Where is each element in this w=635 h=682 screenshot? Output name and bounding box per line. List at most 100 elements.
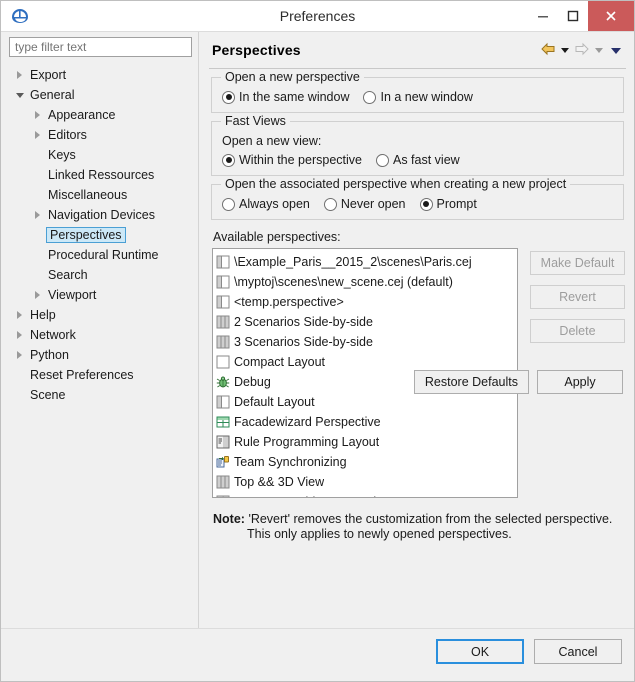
fast-views-radio-group[interactable]: Within the perspective As fast view: [222, 153, 613, 167]
chevron-right-icon[interactable]: [31, 209, 44, 222]
tree-item-procedural-runtime[interactable]: Procedural Runtime: [9, 245, 194, 265]
minimize-button[interactable]: [528, 1, 558, 31]
close-button[interactable]: [588, 1, 634, 31]
chevron-right-icon[interactable]: [13, 349, 26, 362]
perspectives-page: Perspectives Open a new perspective In t…: [201, 32, 634, 629]
sync-icon: [216, 455, 230, 469]
maximize-button[interactable]: [558, 1, 588, 31]
twisty-glyph: [35, 211, 40, 219]
radio-label: Never open: [340, 197, 406, 211]
radio-button-icon[interactable]: [375, 153, 389, 167]
perspective-label: Compact Layout: [234, 355, 326, 369]
radio-button-icon[interactable]: [363, 90, 377, 104]
cancel-button[interactable]: Cancel: [534, 639, 622, 664]
tree-item-miscellaneous[interactable]: Miscellaneous: [9, 185, 194, 205]
perspective-list-item[interactable]: Team Synchronizing: [216, 452, 517, 472]
tree-item-export[interactable]: Export: [9, 65, 194, 85]
radio-button-icon[interactable]: [222, 197, 235, 211]
revert-button: Revert: [530, 285, 625, 309]
filter-input[interactable]: [9, 37, 192, 57]
perspective-list-item[interactable]: 2 Scenarios Side-by-side: [216, 312, 517, 332]
tree-item-scene[interactable]: Scene: [9, 385, 194, 405]
tree-item-reset-preferences[interactable]: Reset Preferences: [9, 365, 194, 385]
chevron-right-icon[interactable]: [31, 289, 44, 302]
perspective-list-item[interactable]: 3 Scenarios Side-by-side: [216, 332, 517, 352]
tree-item-linked-ressources[interactable]: Linked Ressources: [9, 165, 194, 185]
radio-never-open[interactable]: Never open: [323, 197, 406, 211]
tree-item-label: Search: [48, 268, 88, 282]
group-fast-views: Fast Views Open a new view: Within the p…: [211, 114, 624, 176]
tree-item-viewport[interactable]: Viewport: [9, 285, 194, 305]
tree-item-label: Perspectives: [46, 227, 126, 243]
perspective-list-item[interactable]: Top, Front, Side && 3D View: [216, 492, 517, 497]
radio-button-icon[interactable]: [222, 90, 235, 104]
apply-button[interactable]: Apply: [537, 370, 623, 394]
radio-button-icon[interactable]: [323, 197, 337, 211]
note-prefix: Note:: [213, 512, 245, 526]
delete-button: Delete: [530, 319, 625, 343]
more-chevron-down-icon[interactable]: [611, 47, 621, 54]
radio-label: In the same window: [239, 90, 350, 104]
tree-item-help[interactable]: Help: [9, 305, 194, 325]
perspective-list-item[interactable]: Facadewizard Perspective: [216, 412, 517, 432]
perspective-list-item[interactable]: Compact Layout: [216, 352, 517, 372]
perspective-label: \Example_Paris__2015_2\scenes\Paris.cej: [234, 255, 472, 269]
chevron-right-icon[interactable]: [31, 129, 44, 142]
tree-item-general[interactable]: General: [9, 85, 194, 105]
radio-in-the-same-window[interactable]: In the same window: [222, 90, 349, 104]
tree-item-keys[interactable]: Keys: [9, 145, 194, 165]
layout-columns-icon: [216, 315, 230, 329]
footer-button-row: OK Cancel: [436, 639, 622, 664]
radio-within-the-perspective[interactable]: Within the perspective: [222, 153, 362, 167]
radio-in-a-new-window[interactable]: In a new window: [363, 90, 473, 104]
perspective-list-item[interactable]: Top && 3D View: [216, 472, 517, 492]
tree-item-label: Keys: [48, 148, 76, 162]
perspective-label: Debug: [234, 375, 271, 389]
forward-arrow-icon: [574, 42, 590, 59]
radio-label: Within the perspective: [239, 153, 362, 167]
tree-item-appearance[interactable]: Appearance: [9, 105, 194, 125]
make-default-button: Make Default: [530, 251, 625, 275]
radio-label: Always open: [239, 197, 310, 211]
tree-item-search[interactable]: Search: [9, 265, 194, 285]
radio-label: Prompt: [436, 197, 477, 211]
tree-item-editors[interactable]: Editors: [9, 125, 194, 145]
perspective-list-item[interactable]: \myptoj\scenes\new_scene.cej (default): [216, 272, 517, 292]
back-menu-chevron-down-icon[interactable]: [561, 48, 569, 53]
associated-perspective-radio-group[interactable]: Always open Never open Prompt: [222, 197, 613, 211]
open-perspective-radio-group[interactable]: In the same window In a new window: [222, 90, 613, 104]
tree-item-network[interactable]: Network: [9, 325, 194, 345]
chevron-right-icon[interactable]: [13, 69, 26, 82]
tree-item-python[interactable]: Python: [9, 345, 194, 365]
radio-always-open[interactable]: Always open: [222, 197, 310, 211]
chevron-down-icon[interactable]: [13, 89, 26, 102]
layout-split-icon: [216, 255, 230, 269]
radio-prompt[interactable]: Prompt: [419, 197, 477, 211]
chevron-right-icon[interactable]: [13, 329, 26, 342]
perspective-list-item[interactable]: Rule Programming Layout: [216, 432, 517, 452]
dialog-footer: OK Cancel: [1, 628, 634, 681]
preferences-dialog: Preferences Export General Appearance Edito…: [0, 0, 635, 682]
twisty-glyph: [35, 131, 40, 139]
preferences-tree[interactable]: Export General Appearance Editors Keys Linked…: [9, 65, 194, 629]
perspective-list-item[interactable]: <temp.perspective>: [216, 292, 517, 312]
chevron-right-icon[interactable]: [13, 309, 26, 322]
ok-button[interactable]: OK: [436, 639, 524, 664]
tree-item-perspectives[interactable]: Perspectives: [9, 225, 194, 245]
radio-label: As fast view: [392, 153, 460, 167]
perspective-list-item[interactable]: Default Layout: [216, 392, 517, 412]
restore-defaults-button[interactable]: Restore Defaults: [413, 370, 529, 394]
radio-button-icon[interactable]: [222, 153, 235, 167]
title-bar: Preferences: [1, 1, 634, 31]
group-title: Open a new perspective: [221, 70, 364, 84]
perspective-list-item[interactable]: \Example_Paris__2015_2\scenes\Paris.cej: [216, 252, 517, 272]
radio-button-icon[interactable]: [419, 197, 433, 211]
eclipse-app-icon: [9, 5, 31, 27]
preferences-sidebar: Export General Appearance Editors Keys Linked…: [9, 37, 194, 629]
tree-item-navigation-devices[interactable]: Navigation Devices: [9, 205, 194, 225]
back-arrow-icon[interactable]: [540, 42, 556, 59]
chevron-right-icon[interactable]: [31, 109, 44, 122]
twisty-glyph: [17, 311, 22, 319]
tree-item-label: Python: [30, 348, 69, 362]
radio-as-fast-view[interactable]: As fast view: [375, 153, 460, 167]
